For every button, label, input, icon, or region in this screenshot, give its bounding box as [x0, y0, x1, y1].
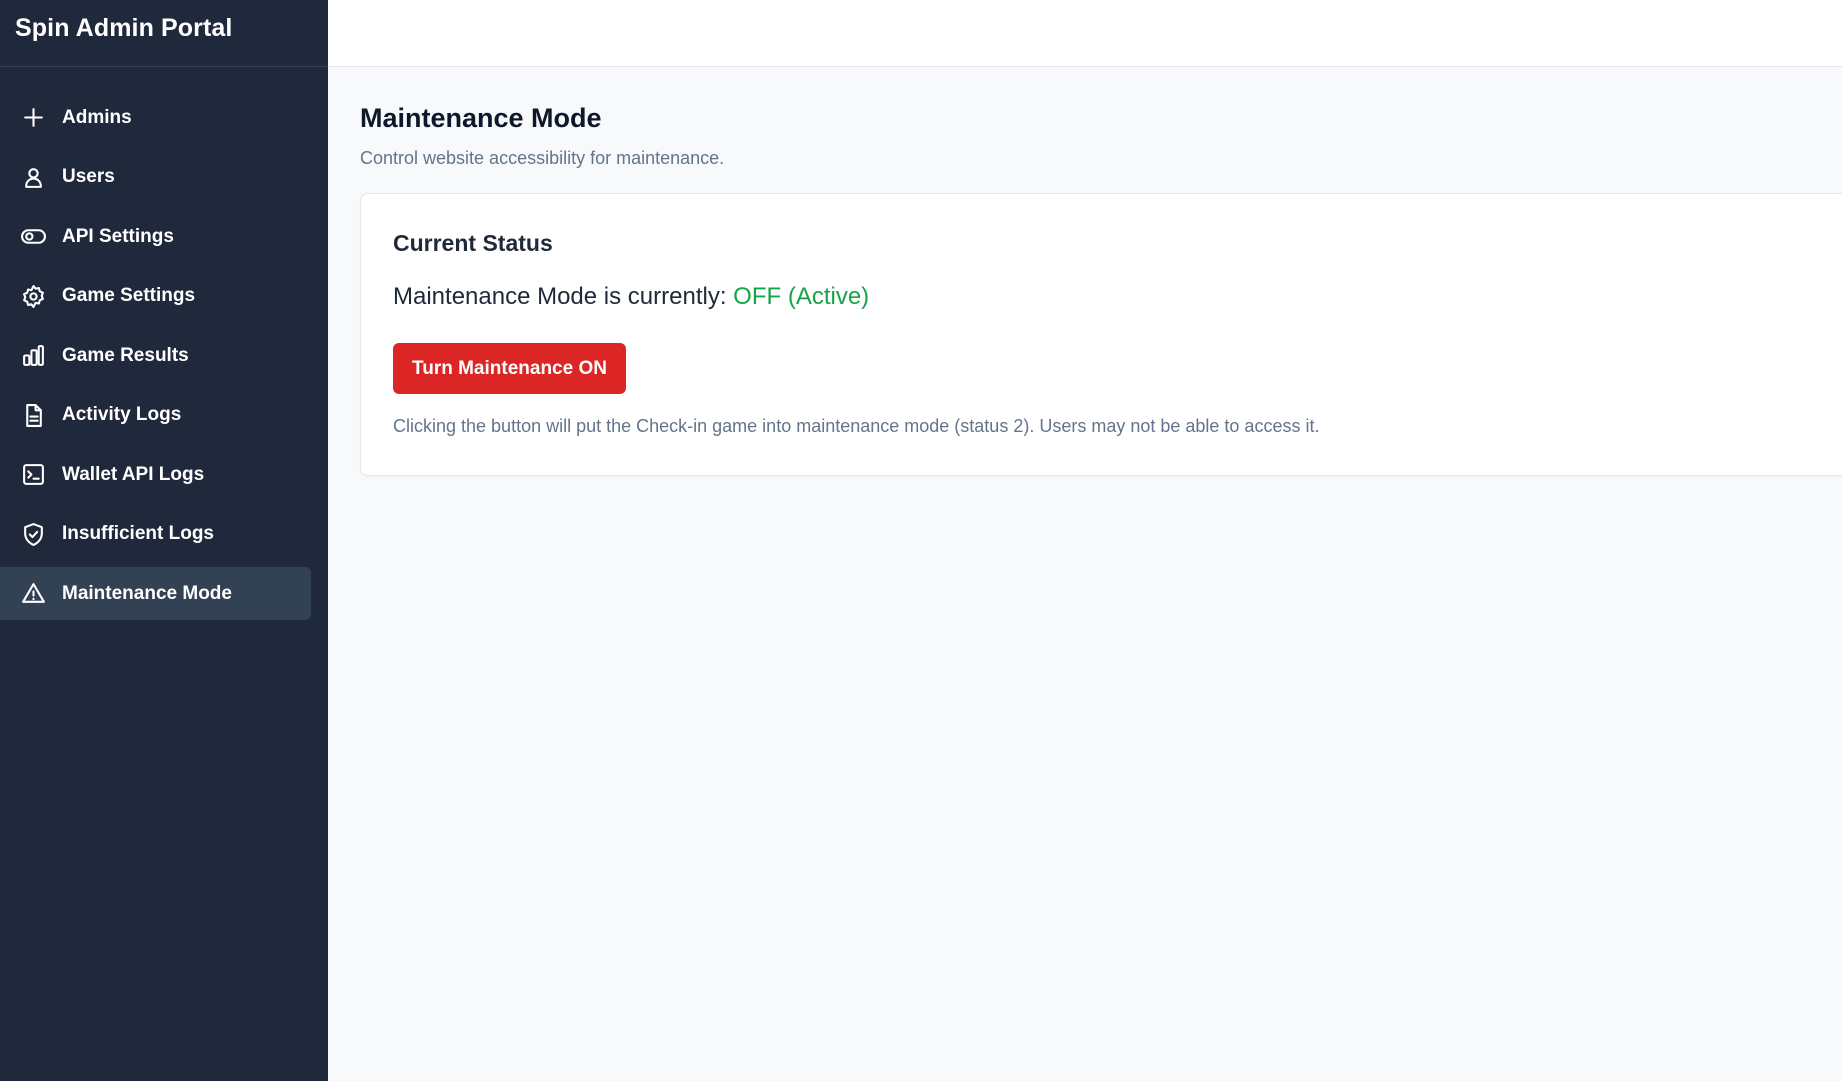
turn-maintenance-on-button[interactable]: Turn Maintenance ON	[393, 343, 626, 394]
document-icon	[21, 403, 46, 428]
gear-icon	[21, 284, 46, 309]
sidebar-item-label: Insufficient Logs	[62, 523, 214, 544]
sidebar-item-activity-logs[interactable]: Activity Logs	[0, 389, 311, 442]
sidebar: Spin Admin Portal Admins Users API Setti…	[0, 0, 328, 1081]
bar-chart-icon	[21, 343, 46, 368]
plus-icon	[21, 105, 46, 130]
page-content: Maintenance Mode Control website accessi…	[328, 67, 1842, 476]
sidebar-item-game-settings[interactable]: Game Settings	[0, 270, 311, 323]
terminal-icon	[21, 462, 46, 487]
card-title: Current Status	[393, 230, 553, 256]
page-title: Maintenance Mode	[360, 103, 602, 133]
sidebar-nav: Admins Users API Settings Game Settings	[0, 67, 328, 620]
sidebar-item-admins[interactable]: Admins	[0, 91, 311, 144]
sidebar-item-label: Game Settings	[62, 285, 196, 306]
status-badge: OFF (Active)	[733, 283, 870, 310]
sidebar-item-label: Admins	[62, 106, 132, 128]
sidebar-item-game-results[interactable]: Game Results	[0, 329, 311, 382]
sidebar-item-label: Game Results	[62, 344, 189, 366]
warning-triangle-icon	[21, 581, 46, 606]
status-prefix: Maintenance Mode is currently:	[393, 283, 734, 310]
help-text: Clicking the button will put the Check-i…	[393, 416, 1320, 436]
brand-title: Spin Admin Portal	[0, 0, 328, 67]
app-root: Spin Admin Portal Admins Users API Setti…	[0, 0, 1842, 1081]
status-line: Maintenance Mode is currently: OFF (Acti…	[393, 283, 1842, 311]
shield-check-icon	[21, 522, 46, 547]
user-icon	[21, 165, 46, 190]
sidebar-item-label: Users	[62, 166, 115, 187]
main-area: Maintenance Mode Control website accessi…	[328, 0, 1842, 1081]
sidebar-item-insufficient-logs[interactable]: Insufficient Logs	[0, 508, 311, 561]
sidebar-item-label: API Settings	[62, 225, 174, 247]
toggle-icon	[21, 224, 46, 249]
sidebar-item-api-settings[interactable]: API Settings	[0, 210, 311, 263]
top-bar	[328, 0, 1842, 67]
sidebar-item-label: Wallet API Logs	[62, 463, 205, 485]
sidebar-item-users[interactable]: Users	[0, 151, 311, 204]
status-card: Current Status Maintenance Mode is curre…	[360, 193, 1842, 476]
sidebar-item-label: Activity Logs	[62, 404, 182, 425]
sidebar-item-wallet-api-logs[interactable]: Wallet API Logs	[0, 448, 311, 501]
sidebar-item-maintenance-mode[interactable]: Maintenance Mode	[0, 567, 311, 620]
sidebar-item-label: Maintenance Mode	[62, 582, 232, 604]
page-subtitle: Control website accessibility for mainte…	[360, 148, 725, 168]
